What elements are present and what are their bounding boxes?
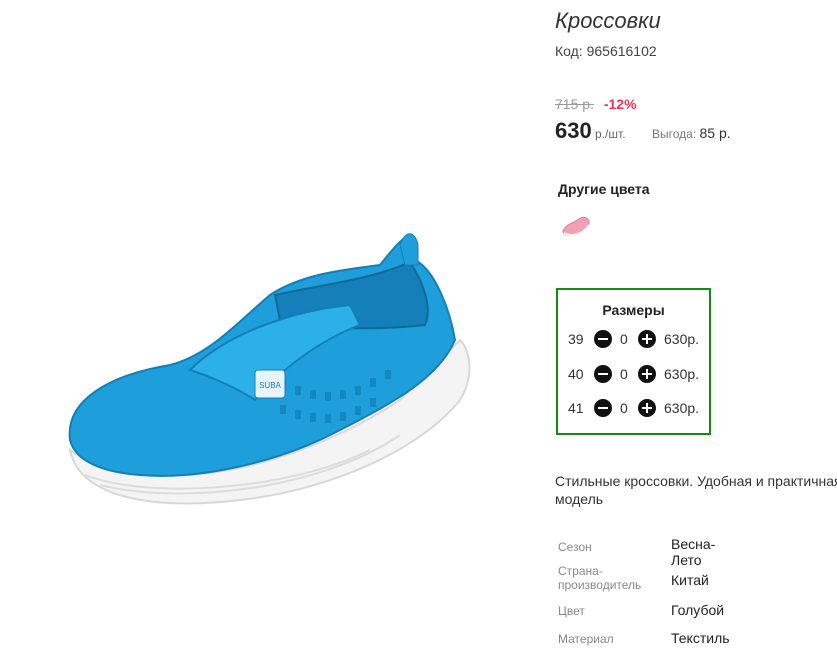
size-number: 40 bbox=[568, 366, 584, 382]
quantity-value: 0 bbox=[620, 400, 628, 416]
sizes-panel: Размеры 39 0 630р. 40 0 630р. 41 0 630р. bbox=[556, 288, 711, 435]
quantity-value: 0 bbox=[620, 331, 628, 347]
price-unit: р./шт. bbox=[591, 127, 626, 141]
savings-label: Выгода: bbox=[651, 127, 700, 141]
product-description: Стильные кроссовки. Удобная и практичная… bbox=[555, 473, 837, 507]
product-title: Кроссовки bbox=[555, 8, 661, 33]
decrease-quantity-button[interactable] bbox=[594, 399, 612, 417]
increase-quantity-button[interactable] bbox=[638, 365, 656, 383]
size-number: 41 bbox=[568, 400, 584, 416]
spec-value: Голубой bbox=[671, 602, 725, 618]
size-price: 630р. bbox=[664, 366, 700, 382]
size-price: 630р. bbox=[664, 400, 700, 416]
spec-label: Сезон bbox=[558, 540, 592, 554]
size-number: 39 bbox=[568, 331, 584, 347]
savings-value: 85 р. bbox=[699, 125, 731, 141]
current-price: 630 bbox=[555, 118, 592, 143]
spec-value: Китай bbox=[671, 572, 709, 588]
discount-badge: -12% bbox=[603, 96, 637, 112]
old-price: 715 р. bbox=[555, 96, 594, 112]
size-row: 39 0 630р. bbox=[568, 330, 708, 350]
increase-quantity-button[interactable] bbox=[638, 330, 656, 348]
product-page: SUBA Кроссовки Код: 965616102 715 р. -12… bbox=[0, 0, 837, 661]
spec-label: Материал bbox=[558, 632, 614, 646]
spec-label: Цвет bbox=[558, 604, 585, 618]
price-row: 630 р./шт. Выгода: 85 р. bbox=[555, 118, 731, 144]
size-price: 630р. bbox=[664, 331, 700, 347]
spec-value: Текстиль bbox=[671, 630, 730, 646]
product-image: SUBA bbox=[68, 233, 471, 505]
spec-value: Весна-Лето bbox=[671, 536, 716, 568]
color-swatch-pink[interactable] bbox=[561, 213, 591, 241]
product-code: Код: 965616102 bbox=[555, 43, 657, 59]
size-row: 40 0 630р. bbox=[568, 365, 708, 385]
decrease-quantity-button[interactable] bbox=[594, 330, 612, 348]
sizes-title: Размеры bbox=[602, 302, 665, 318]
increase-quantity-button[interactable] bbox=[638, 399, 656, 417]
spec-label: Страна-производитель bbox=[558, 564, 642, 592]
decrease-quantity-button[interactable] bbox=[594, 365, 612, 383]
quantity-value: 0 bbox=[620, 366, 628, 382]
other-colors-title: Другие цвета bbox=[558, 181, 650, 197]
size-row: 41 0 630р. bbox=[568, 399, 708, 419]
logo-badge-text: SUBA bbox=[259, 381, 281, 390]
old-price-row: 715 р. -12% bbox=[555, 96, 637, 112]
